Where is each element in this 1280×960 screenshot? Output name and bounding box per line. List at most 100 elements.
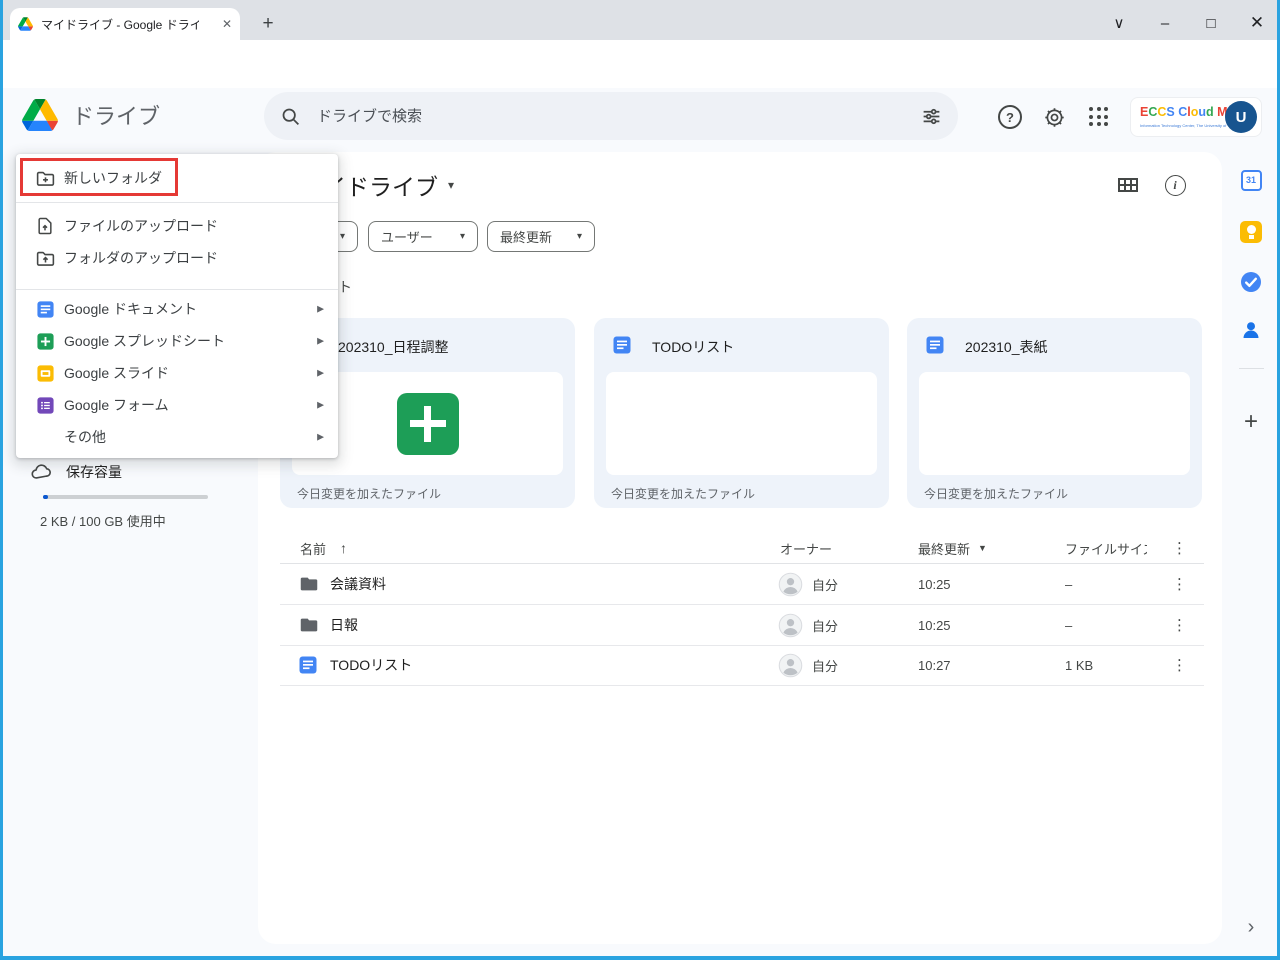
owner-name: 自分 xyxy=(812,656,838,675)
contacts-icon xyxy=(1239,318,1263,342)
new-tab-button[interactable]: + xyxy=(256,12,280,36)
help-button[interactable]: ? xyxy=(996,103,1024,131)
column-label: ファイルサイズ xyxy=(1065,539,1147,558)
sheets-icon xyxy=(34,330,56,352)
owner-avatar-icon xyxy=(778,613,803,638)
chevron-down-icon: ▾ xyxy=(577,231,582,242)
card-title: 202310_日程調整 xyxy=(338,337,449,357)
file-name: TODOリスト xyxy=(330,645,412,685)
suggested-card[interactable]: 202310_表紙 今日変更を加えたファイル xyxy=(907,318,1202,508)
keep-app-button[interactable] xyxy=(1239,220,1263,244)
menu-item-google-slides[interactable]: Google スライド ▶ xyxy=(16,357,338,389)
menu-item-new-folder[interactable]: 新しいフォルダ xyxy=(16,160,338,196)
table-row[interactable]: 日報 自分 10:25 – ⋮ xyxy=(280,605,1204,646)
modified-time: 10:27 xyxy=(918,645,951,685)
drive-logo-home[interactable]: ドライブ xyxy=(22,99,160,131)
window-close-button[interactable]: ✕ xyxy=(1236,8,1278,38)
storage-usage-text: 2 KB / 100 GB 使用中 xyxy=(40,511,166,530)
card-title: TODOリスト xyxy=(652,337,734,357)
menu-item-label: Google スライド xyxy=(64,363,169,383)
menu-item-label: Google フォーム xyxy=(64,395,169,415)
sidebar-item-storage[interactable]: 保存容量 xyxy=(30,461,122,483)
file-size: – xyxy=(1065,605,1072,645)
docs-file-icon xyxy=(298,645,318,685)
list-grid-view-toggle[interactable] xyxy=(1117,174,1139,196)
drive-account-avatar[interactable]: U xyxy=(1225,101,1257,133)
window-frame xyxy=(0,956,1280,960)
row-options-kebab-icon[interactable]: ⋮ xyxy=(1172,564,1187,604)
settings-button[interactable] xyxy=(1040,103,1068,131)
file-name: 日報 xyxy=(330,605,358,645)
menu-item-label: 新しいフォルダ xyxy=(64,168,162,188)
google-apps-button[interactable] xyxy=(1085,103,1113,131)
details-button[interactable]: i xyxy=(1164,174,1186,196)
browser-toolbar: ← → ↻ drive.google.com/drive/my-drive ☆ … xyxy=(0,40,1280,88)
calendar-app-button[interactable]: 31 xyxy=(1239,168,1263,192)
info-icon: i xyxy=(1165,175,1186,196)
tab-search-chevron-icon[interactable]: ∨ xyxy=(1098,8,1140,38)
table-row[interactable]: 会議資料 自分 10:25 – ⋮ xyxy=(280,564,1204,605)
window-frame xyxy=(0,0,3,960)
card-caption: 今日変更を加えたファイル xyxy=(611,485,755,502)
column-header-owner[interactable]: オーナー xyxy=(780,533,832,563)
storage-label: 保存容量 xyxy=(66,462,122,482)
menu-item-file-upload[interactable]: ファイルのアップロード xyxy=(16,210,338,242)
side-panel-divider xyxy=(1239,368,1264,369)
browser-window: マイドライブ - Google ドライブ ✕ + ∨ – □ ✕ ← → ↻ d… xyxy=(0,0,1280,960)
card-preview xyxy=(919,372,1190,475)
window-minimize-button[interactable]: – xyxy=(1144,8,1186,38)
menu-item-google-forms[interactable]: Google フォーム ▶ xyxy=(16,389,338,421)
forms-icon xyxy=(34,394,56,416)
contacts-app-button[interactable] xyxy=(1239,318,1263,342)
card-caption: 今日変更を加えたファイル xyxy=(924,485,1068,502)
tab-close-icon[interactable]: ✕ xyxy=(222,17,232,31)
folder-icon xyxy=(298,605,320,645)
chip-label: 最終更新 xyxy=(500,227,552,246)
window-maximize-button[interactable]: □ xyxy=(1190,8,1232,38)
menu-item-folder-upload[interactable]: フォルダのアップロード xyxy=(16,242,338,274)
search-options-tune-icon[interactable] xyxy=(921,106,942,127)
column-header-name[interactable]: 名前 ↑ xyxy=(300,533,347,563)
folder-icon xyxy=(298,564,320,604)
row-options-kebab-icon[interactable]: ⋮ xyxy=(1172,645,1187,685)
grid-view-icon xyxy=(1118,178,1138,192)
menu-item-google-sheets[interactable]: Google スプレッドシート ▶ xyxy=(16,325,338,357)
sort-ascending-icon: ↑ xyxy=(340,540,347,556)
suggested-card[interactable]: TODOリスト 今日変更を加えたファイル xyxy=(594,318,889,508)
drive-favicon xyxy=(18,17,33,31)
browser-tab[interactable]: マイドライブ - Google ドライブ ✕ xyxy=(10,8,240,40)
menu-divider xyxy=(16,289,338,290)
table-row[interactable]: TODOリスト 自分 10:27 1 KB ⋮ xyxy=(280,645,1204,686)
new-menu: 新しいフォルダ ファイルのアップロード フォルダのアップロード Google ド… xyxy=(16,154,338,458)
filter-chip-modified[interactable]: 最終更新 ▾ xyxy=(487,221,595,252)
row-options-kebab-icon[interactable]: ⋮ xyxy=(1172,605,1187,645)
folder-upload-icon xyxy=(34,247,56,269)
get-addons-button[interactable]: + xyxy=(1239,410,1263,434)
owner-cell: 自分 xyxy=(778,605,838,645)
card-caption: 今日変更を加えたファイル xyxy=(297,485,441,502)
gear-icon xyxy=(1043,106,1066,129)
search-input[interactable] xyxy=(315,107,921,126)
menu-item-label: Google ドキュメント xyxy=(64,299,197,319)
table-options-kebab-icon[interactable]: ⋮ xyxy=(1172,533,1187,563)
search-bar[interactable] xyxy=(264,92,958,140)
column-label: 最終更新 xyxy=(918,539,970,558)
menu-item-more[interactable]: その他 ▶ xyxy=(16,421,338,453)
modified-time: 10:25 xyxy=(918,564,951,604)
filter-chip-people[interactable]: ユーザー ▾ xyxy=(368,221,478,252)
column-header-modified[interactable]: 最終更新 ▼ xyxy=(918,533,987,563)
tasks-icon xyxy=(1239,270,1263,294)
drive-logo-icon xyxy=(22,99,58,131)
owner-name: 自分 xyxy=(812,616,838,635)
submenu-arrow-icon: ▶ xyxy=(317,304,324,315)
docs-icon xyxy=(34,298,56,320)
menu-item-label: その他 xyxy=(64,427,106,447)
keep-icon xyxy=(1240,221,1262,243)
submenu-arrow-icon: ▶ xyxy=(317,368,324,379)
tasks-app-button[interactable] xyxy=(1239,270,1263,294)
column-header-size[interactable]: ファイルサイズ xyxy=(1065,533,1147,563)
card-preview xyxy=(606,372,877,475)
menu-item-google-docs[interactable]: Google ドキュメント ▶ xyxy=(16,293,338,325)
docs-file-icon xyxy=(925,335,945,360)
show-side-panel-chevron[interactable]: › xyxy=(1240,916,1262,938)
